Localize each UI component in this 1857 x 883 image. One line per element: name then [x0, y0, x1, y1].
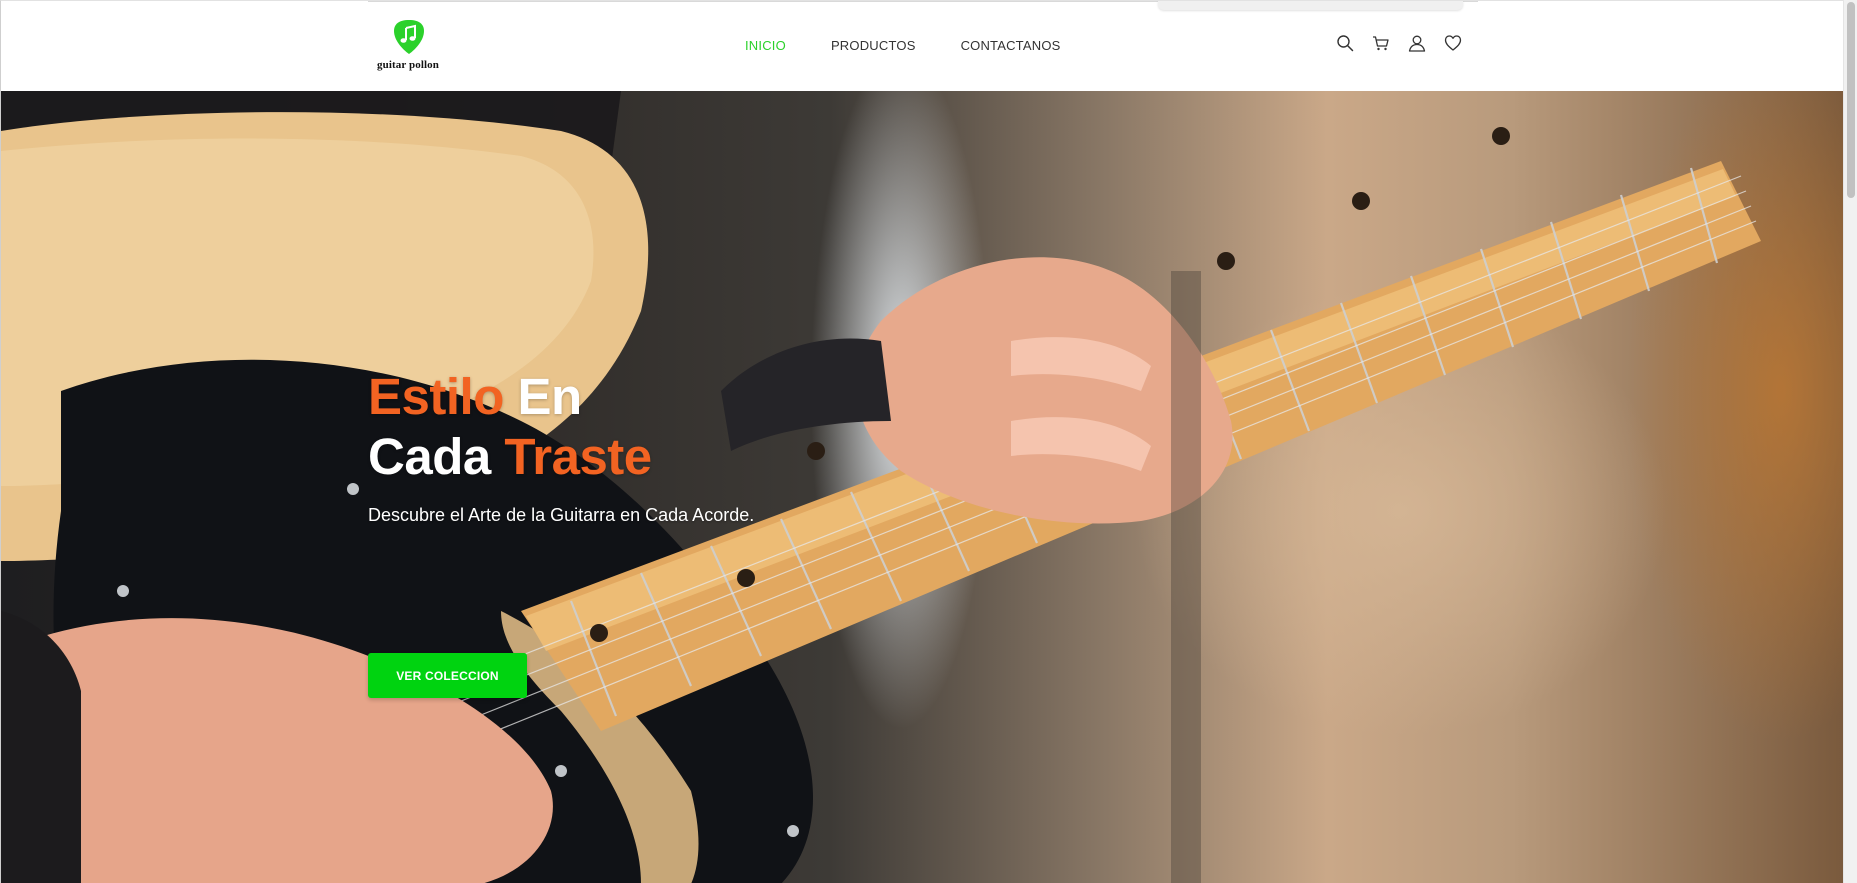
- hero-subtitle: Descubre el Arte de la Guitarra en Cada …: [368, 505, 755, 525]
- hero-title-accent-1: Estilo: [368, 368, 504, 425]
- hero-banner: Estilo En Cada Traste Descubre el Arte d…: [1, 91, 1843, 883]
- user-icon[interactable]: [1408, 34, 1426, 52]
- site-header: guitar pollon INICIO PRODUCTOS CONTACTAN…: [1, 1, 1843, 91]
- nav-item-productos[interactable]: PRODUCTOS: [831, 38, 916, 53]
- hero-title-text-2: Cada: [368, 428, 505, 485]
- music-note-pick-icon: [394, 20, 424, 54]
- view-collection-button[interactable]: VER COLECCION: [368, 653, 527, 698]
- hero-title: Estilo En Cada Traste: [368, 367, 988, 487]
- logo-text: guitar pollon: [377, 59, 439, 71]
- top-bar: [1158, 1, 1463, 10]
- main-nav: INICIO PRODUCTOS CONTACTANOS: [745, 38, 1106, 53]
- hero-title-accent-2: Traste: [504, 428, 652, 485]
- hero-content: Estilo En Cada Traste Descubre el Arte d…: [368, 367, 988, 698]
- search-icon[interactable]: [1336, 34, 1354, 52]
- cart-icon[interactable]: [1372, 34, 1390, 52]
- heart-icon[interactable]: [1444, 34, 1462, 52]
- page: guitar pollon INICIO PRODUCTOS CONTACTAN…: [0, 0, 1843, 883]
- nav-item-contactanos[interactable]: CONTACTANOS: [961, 38, 1061, 53]
- page-scrollbar[interactable]: [1843, 0, 1857, 883]
- site-logo[interactable]: guitar pollon: [373, 19, 443, 77]
- scrollbar-thumb[interactable]: [1847, 2, 1855, 198]
- header-actions: [1336, 34, 1480, 52]
- hero-title-text-1: En: [503, 368, 583, 425]
- nav-item-inicio[interactable]: INICIO: [745, 38, 786, 53]
